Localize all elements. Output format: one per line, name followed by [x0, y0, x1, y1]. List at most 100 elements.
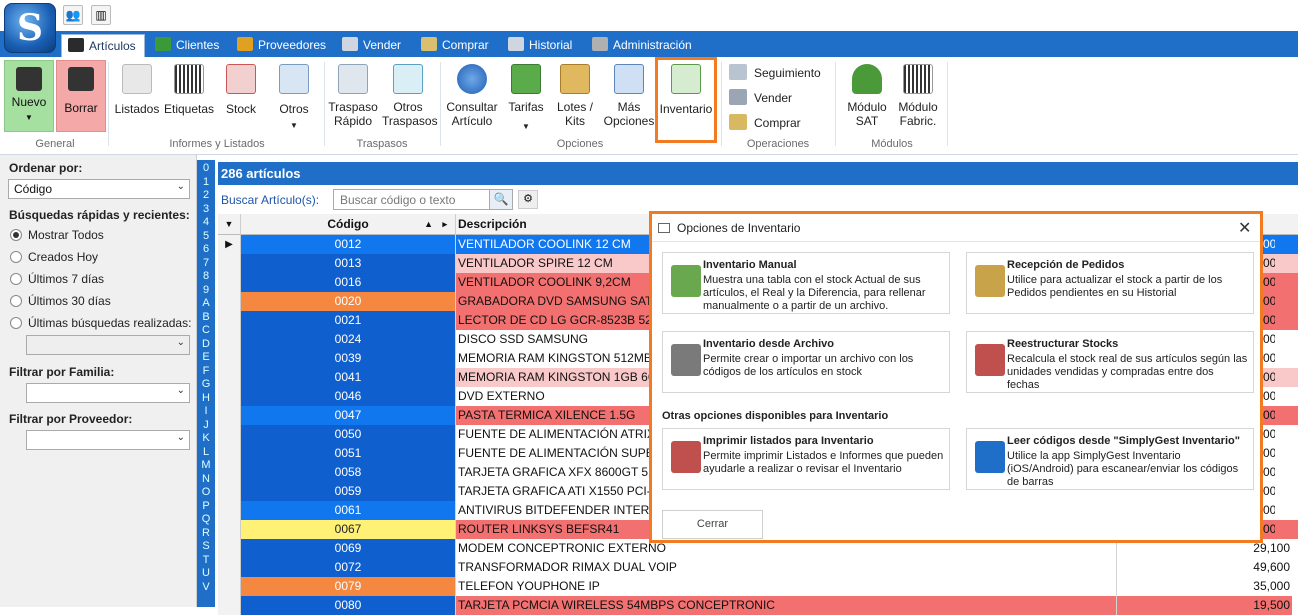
alpha-index-K[interactable]: K [197, 432, 215, 445]
consultar-articulo-label: Consultar Artículo [446, 100, 498, 128]
row-indicator [218, 558, 241, 577]
proveedor-select[interactable]: ⌄ [26, 430, 190, 450]
consultar-articulo-button[interactable]: Consultar Artículo [446, 62, 498, 128]
ultimas-busquedas-select[interactable]: ⌄ [26, 335, 190, 355]
tarifas-button[interactable]: Tarifas ▼ [506, 62, 546, 134]
mas-opciones-button[interactable]: Más Opciones [603, 62, 655, 128]
alpha-index-E[interactable]: E [197, 351, 215, 364]
alpha-index-A[interactable]: A [197, 297, 215, 310]
radio-ultimas-busquedas[interactable]: Últimas búsquedas realizadas: [10, 316, 191, 330]
ordenar-select[interactable]: Código ⌄ [8, 179, 190, 199]
search-icon[interactable]: 🔍 [489, 190, 512, 209]
group-label-opciones: Opciones [556, 138, 604, 150]
alpha-index-Q[interactable]: Q [197, 513, 215, 526]
alpha-index-J[interactable]: J [197, 419, 215, 432]
cell-descripcion: TARJETA PCMCIA WIRELESS 54MBPS CONCEPTRO… [456, 596, 1117, 615]
alpha-index-9[interactable]: 9 [197, 284, 215, 297]
alpha-index-L[interactable]: L [197, 446, 215, 459]
inventory-option-4[interactable]: Reestructurar Stocks Recalcula el stock r… [966, 331, 1254, 393]
users-icon[interactable]: 👥 [63, 5, 83, 25]
modulo-sat-label: Módulo SAT [847, 100, 887, 128]
alpha-index-6[interactable]: 6 [197, 243, 215, 256]
alpha-index-I[interactable]: I [197, 405, 215, 418]
cerrar-button[interactable]: Cerrar [662, 510, 763, 539]
alpha-index-B[interactable]: B [197, 311, 215, 324]
alpha-index-R[interactable]: R [197, 527, 215, 540]
otros-traspasos-button[interactable]: Otros Traspasos [382, 62, 438, 128]
inventory-option-6[interactable]: Leer códigos desde "SimplyGest Inventari… [966, 428, 1254, 490]
inventory-option-5[interactable]: Imprimir listados para Inventario Permite… [662, 428, 950, 490]
tab-vender[interactable]: Vender [336, 34, 409, 57]
app-logo-icon[interactable]: S [4, 3, 56, 53]
boxes-icon [975, 265, 1005, 297]
alpha-index-H[interactable]: H [197, 392, 215, 405]
radio-ultimos-30[interactable]: Últimos 30 días [10, 294, 111, 308]
modulo-sat-button[interactable]: Módulo SAT [842, 62, 892, 128]
alpha-index-G[interactable]: G [197, 378, 215, 391]
vender-button[interactable]: Vender [729, 89, 792, 105]
alpha-index-3[interactable]: 3 [197, 203, 215, 216]
lotes-kits-button[interactable]: Lotes / Kits [554, 62, 596, 128]
option-description: Utilice la app SimplyGest Inventario (iO… [1007, 450, 1239, 488]
alpha-index-4[interactable]: 4 [197, 216, 215, 229]
alpha-index-2[interactable]: 2 [197, 189, 215, 202]
alpha-index-7[interactable]: 7 [197, 257, 215, 270]
tab-proveedores[interactable]: Proveedores [231, 34, 334, 57]
alpha-index-S[interactable]: S [197, 540, 215, 553]
inventory-option-1[interactable]: Inventario Manual Muestra una tabla con e… [662, 252, 950, 314]
inventory-option-3[interactable]: Inventario desde Archivo Permite crear o … [662, 331, 950, 393]
row-menu-icon[interactable]: ▼ [218, 214, 241, 235]
alpha-index-P[interactable]: P [197, 500, 215, 513]
alpha-index-C[interactable]: C [197, 324, 215, 337]
tab-comprar[interactable]: Comprar [415, 34, 497, 57]
otros-button[interactable]: Otros ▼ [272, 62, 316, 133]
scan-options-icon[interactable]: ⚙ [518, 190, 538, 209]
cell-valor-partial: 00 [1263, 292, 1276, 311]
ordenar-label: Ordenar por: [9, 161, 83, 175]
alpha-index-D[interactable]: D [197, 338, 215, 351]
cell-valor-partial: 00 [1263, 330, 1276, 349]
alpha-index-T[interactable]: T [197, 554, 215, 567]
books-icon[interactable]: ▥ [91, 5, 111, 25]
inventory-option-2[interactable]: Recepción de Pedidos Utilice para actuali… [966, 252, 1254, 314]
clients-icon [155, 37, 171, 51]
suppliers-icon [237, 37, 253, 51]
alpha-index-N[interactable]: N [197, 473, 215, 486]
add-icon [16, 67, 42, 91]
etiquetas-button[interactable]: Etiquetas [164, 62, 214, 116]
alpha-index-V[interactable]: V [197, 581, 215, 594]
column-codigo[interactable]: Código ▲ ▸ [241, 214, 456, 235]
familia-select[interactable]: ⌄ [26, 383, 190, 403]
table-row[interactable]: 0080 TARJETA PCMCIA WIRELESS 54MBPS CONCE… [218, 596, 1298, 615]
alpha-index-1[interactable]: 1 [197, 176, 215, 189]
table-row[interactable]: 0079 TELEFON YOUPHONE IP 35,000 [218, 577, 1298, 596]
tab-administracion[interactable]: Administración [586, 34, 700, 57]
listados-button[interactable]: Listados [114, 62, 160, 116]
alpha-index-5[interactable]: 5 [197, 230, 215, 243]
alpha-index-0[interactable]: 0 [197, 162, 215, 175]
radio-mostrar-todos[interactable]: Mostrar Todos [10, 228, 104, 242]
radio-creados-hoy[interactable]: Creados Hoy [10, 250, 98, 264]
alpha-index-8[interactable]: 8 [197, 270, 215, 283]
alpha-index-F[interactable]: F [197, 365, 215, 378]
tab-articulos[interactable]: Artículos [61, 34, 145, 57]
alpha-index-O[interactable]: O [197, 486, 215, 499]
radio-ultimos-7[interactable]: Últimos 7 días [10, 272, 104, 286]
cell-valor-partial: 00 [1263, 482, 1276, 501]
comprar-button[interactable]: Comprar [729, 114, 801, 130]
cell-extra [1275, 330, 1298, 349]
alpha-index-U[interactable]: U [197, 567, 215, 580]
alpha-index-M[interactable]: M [197, 459, 215, 472]
traspaso-rapido-button[interactable]: Traspaso Rápido [328, 62, 378, 128]
borrar-button[interactable]: Borrar [56, 60, 106, 132]
cell-codigo: 0067 [241, 520, 456, 539]
modulo-fabric-button[interactable]: Módulo Fabric. [894, 62, 942, 128]
stock-button[interactable]: Stock [220, 62, 262, 116]
table-row[interactable]: 0072 TRANSFORMADOR RIMAX DUAL VOIP 49,600 [218, 558, 1298, 577]
nuevo-button[interactable]: Nuevo ▼ [4, 60, 54, 132]
seguimiento-button[interactable]: Seguimiento [729, 64, 821, 80]
close-icon[interactable]: ✕ [1238, 218, 1251, 238]
search-input[interactable]: Buscar código o texto [333, 189, 513, 210]
tab-clientes[interactable]: Clientes [149, 34, 227, 57]
tab-historial[interactable]: Historial [502, 34, 580, 57]
